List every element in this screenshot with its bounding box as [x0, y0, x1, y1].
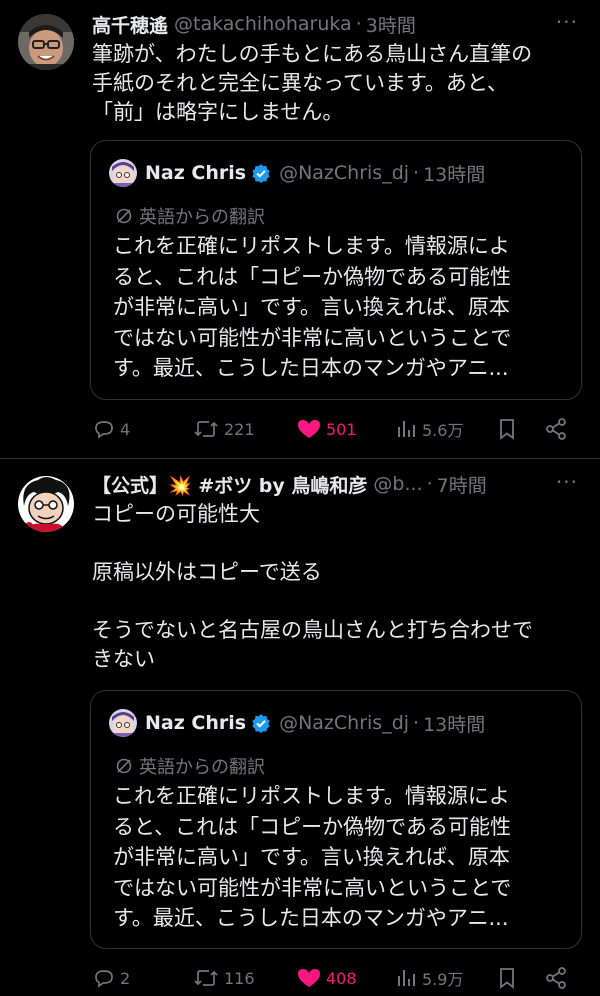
separator-dot: ·: [413, 162, 420, 184]
retweet-button[interactable]: 116: [192, 963, 255, 993]
views-count: 5.6万: [422, 421, 464, 440]
like-button[interactable]: 501: [296, 414, 357, 444]
retweet-icon: [194, 421, 218, 437]
tweet-divider: [0, 458, 600, 459]
quote-header: Naz Chris @NazChris_dj · 13時間: [109, 707, 571, 739]
translation-text: 英語からの翻訳: [139, 757, 265, 778]
user-handle[interactable]: @takachihoharuka: [174, 13, 352, 35]
quote-text: これを正確にリポストします。情報源によ ると、これは「コピーか偽物である可能性 …: [113, 784, 512, 930]
quote-handle[interactable]: @NazChris_dj: [279, 712, 409, 734]
avatar[interactable]: [18, 476, 74, 532]
quote-timestamp[interactable]: 13時間: [423, 710, 485, 737]
views-button[interactable]: 5.6万: [396, 414, 463, 444]
more-icon[interactable]: ···: [556, 10, 578, 34]
quote-text: これを正確にリポストします。情報源によ ると、これは「コピーか偽物である可能性 …: [113, 234, 512, 380]
heart-icon: [298, 969, 320, 987]
retweet-button[interactable]: 221: [192, 414, 255, 444]
bookmark-icon: [500, 419, 514, 440]
reply-count: 4: [120, 419, 131, 439]
quote-avatar: [109, 159, 137, 187]
user-handle[interactable]: @b...: [373, 473, 422, 495]
action-bar: 4 221 501 5.6万: [92, 414, 582, 444]
verified-badge-icon: [251, 713, 271, 733]
display-name[interactable]: 高千穂遙: [92, 11, 168, 38]
share-button[interactable]: [544, 963, 572, 993]
reply-icon: [95, 970, 113, 988]
views-button[interactable]: 5.9万: [396, 963, 463, 993]
tweet-header: 【公式】💥 #ボツ by 鳥嶋和彦 @b... · 7時間 ···: [92, 468, 578, 500]
reply-icon: [95, 421, 113, 439]
action-bar: 2 116 408 5.9万: [92, 963, 582, 993]
like-button[interactable]: 408: [296, 963, 357, 993]
quote-display-name[interactable]: Naz Chris: [145, 712, 246, 734]
translation-label[interactable]: 英語からの翻訳: [115, 203, 265, 229]
share-button[interactable]: [544, 414, 572, 444]
like-count: 501: [326, 419, 357, 439]
quote-timestamp[interactable]: 13時間: [423, 160, 485, 187]
like-count: 408: [326, 968, 357, 988]
quoted-tweet[interactable]: Naz Chris @NazChris_dj · 13時間 英語からの翻訳 これ…: [90, 690, 582, 949]
bookmark-button[interactable]: [495, 963, 523, 993]
quote-handle[interactable]: @NazChris_dj: [279, 162, 409, 184]
bookmark-icon: [500, 968, 514, 989]
translation-text: 英語からの翻訳: [139, 207, 265, 228]
translate-icon: [116, 208, 132, 224]
verified-badge-icon: [251, 163, 271, 183]
tweet-header: 高千穂遙 @takachihoharuka · 3時間 ···: [92, 8, 578, 40]
retweet-count: 221: [224, 419, 255, 439]
translation-label[interactable]: 英語からの翻訳: [115, 753, 265, 779]
separator-dot: ·: [426, 473, 433, 495]
reply-button[interactable]: 4: [92, 414, 130, 444]
separator-dot: ·: [355, 13, 362, 35]
retweet-icon: [194, 970, 218, 986]
share-icon: [546, 418, 566, 440]
bookmark-button[interactable]: [495, 414, 523, 444]
more-icon[interactable]: ···: [556, 470, 578, 494]
share-icon: [546, 967, 566, 989]
translate-icon: [116, 758, 132, 774]
views-count: 5.9万: [422, 970, 464, 989]
reply-count: 2: [120, 968, 131, 988]
heart-icon: [298, 420, 320, 438]
retweet-count: 116: [224, 968, 255, 988]
display-name[interactable]: 【公式】💥 #ボツ by 鳥嶋和彦: [92, 471, 367, 498]
quote-header: Naz Chris @NazChris_dj · 13時間: [109, 157, 571, 189]
quote-avatar: [109, 709, 137, 737]
quoted-tweet[interactable]: Naz Chris @NazChris_dj · 13時間 英語からの翻訳 これ…: [90, 140, 582, 400]
timestamp[interactable]: 3時間: [366, 11, 416, 38]
quote-display-name[interactable]: Naz Chris: [145, 162, 246, 184]
tweet-text: 筆跡が、わたしの手もとにある鳥山さん直筆の 手紙のそれと完全に異なっています。あ…: [92, 42, 533, 124]
views-icon: [398, 970, 415, 986]
avatar[interactable]: [18, 14, 74, 70]
views-icon: [398, 421, 415, 437]
timestamp[interactable]: 7時間: [437, 471, 487, 498]
tweet-text: コピーの可能性大 原稿以外はコピーで送る そうでないと名古屋の鳥山さんと打ち合わ…: [92, 502, 533, 671]
separator-dot: ·: [413, 712, 420, 734]
reply-button[interactable]: 2: [92, 963, 130, 993]
